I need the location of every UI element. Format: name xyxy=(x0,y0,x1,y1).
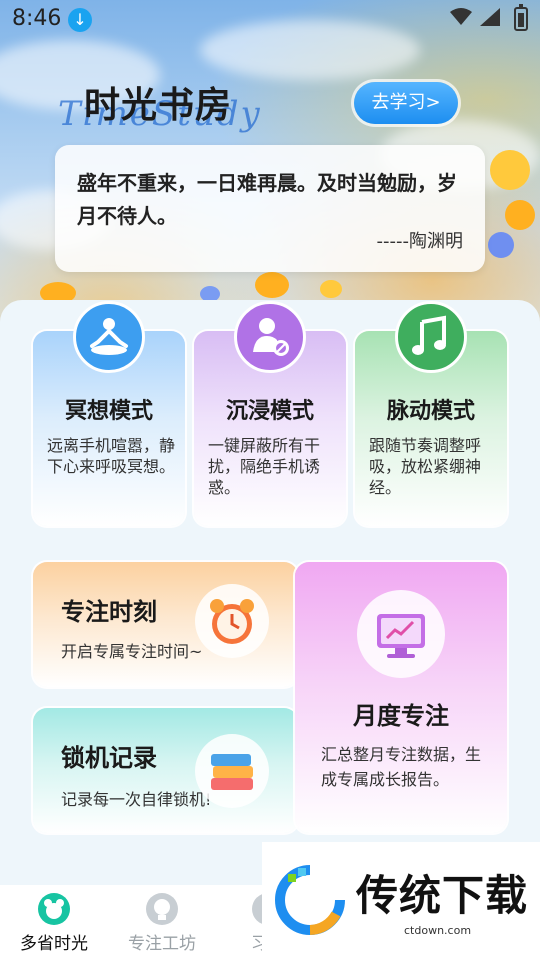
card-title: 专注时刻 xyxy=(61,598,157,626)
status-time: 8:46 xyxy=(12,6,62,31)
lock-record-card[interactable]: 锁机记录 记录每一次自律锁机! xyxy=(33,708,298,833)
monthly-focus-card[interactable]: 月度专注 汇总整月专注数据，生成专属成长报告。 xyxy=(295,562,507,833)
mode-desc: 远离手机喧嚣，静下心来呼吸冥想。 xyxy=(47,436,176,476)
quote-author: -----陶渊明 xyxy=(376,231,463,252)
quote-card: 盛年不重来，一日难再晨。及时当勉励，岁月不待人。 -----陶渊明 xyxy=(55,145,485,272)
card-desc: 记录每一次自律锁机! xyxy=(61,790,212,809)
signal-icon xyxy=(480,8,500,26)
pulse-mode-card[interactable]: 脉动模式 跟随节奏调整呼吸，放松紧绷神经。 xyxy=(355,301,507,526)
immersion-mode-card[interactable]: 沉浸模式 一键屏蔽所有干扰，隔绝手机诱惑。 xyxy=(194,301,346,526)
tab-home[interactable]: 多省时光 xyxy=(4,885,104,960)
bulb-icon xyxy=(146,893,178,925)
card-title: 锁机记录 xyxy=(61,744,157,772)
books-icon xyxy=(195,734,269,808)
wifi-icon xyxy=(450,8,472,25)
watermark-logo: 传统下载 ctdown.com xyxy=(262,842,540,960)
focus-moment-card[interactable]: 专注时刻 开启专属专注时间~ xyxy=(33,562,298,687)
system-icons xyxy=(450,8,500,26)
download-icon: ↓ xyxy=(68,8,92,32)
go-study-button[interactable]: 去学习> xyxy=(354,82,458,124)
card-desc: 汇总整月专注数据，生成专属成长报告。 xyxy=(321,745,482,789)
quote-text: 盛年不重来，一日难再晨。及时当勉励，岁月不待人。 xyxy=(77,171,457,228)
mode-title: 脉动模式 xyxy=(386,399,475,424)
meditation-icon xyxy=(73,301,145,373)
tab-label: 专注工坊 xyxy=(128,934,196,954)
user-block-icon xyxy=(234,301,306,373)
mode-desc: 跟随节奏调整呼吸，放松紧绷神经。 xyxy=(369,436,482,497)
mode-title: 冥想模式 xyxy=(64,399,153,424)
tab-label: 多省时光 xyxy=(20,934,88,954)
card-desc: 开启专属专注时间~ xyxy=(61,642,203,661)
watermark-url: ctdown.com xyxy=(404,924,472,937)
mode-title: 沉浸模式 xyxy=(225,399,314,424)
card-title: 月度专注 xyxy=(353,702,449,730)
alarm-clock-icon xyxy=(195,584,269,658)
music-note-icon xyxy=(395,301,467,373)
page-title: 时光书房 xyxy=(84,85,233,126)
meditation-mode-card[interactable]: 冥想模式 远离手机喧嚣，静下心来呼吸冥想。 xyxy=(33,301,185,526)
watermark-text: 传统下载 xyxy=(356,871,529,920)
bear-icon xyxy=(38,893,70,925)
mode-desc: 一键屏蔽所有干扰，隔绝手机诱惑。 xyxy=(208,436,321,497)
status-bar: 8:46 ↓ xyxy=(0,0,540,40)
tab-focus-workshop[interactable]: 专注工坊 xyxy=(112,885,212,960)
chart-monitor-icon xyxy=(357,590,445,678)
ctdown-logo-icon xyxy=(275,865,345,935)
battery-icon xyxy=(514,4,528,31)
